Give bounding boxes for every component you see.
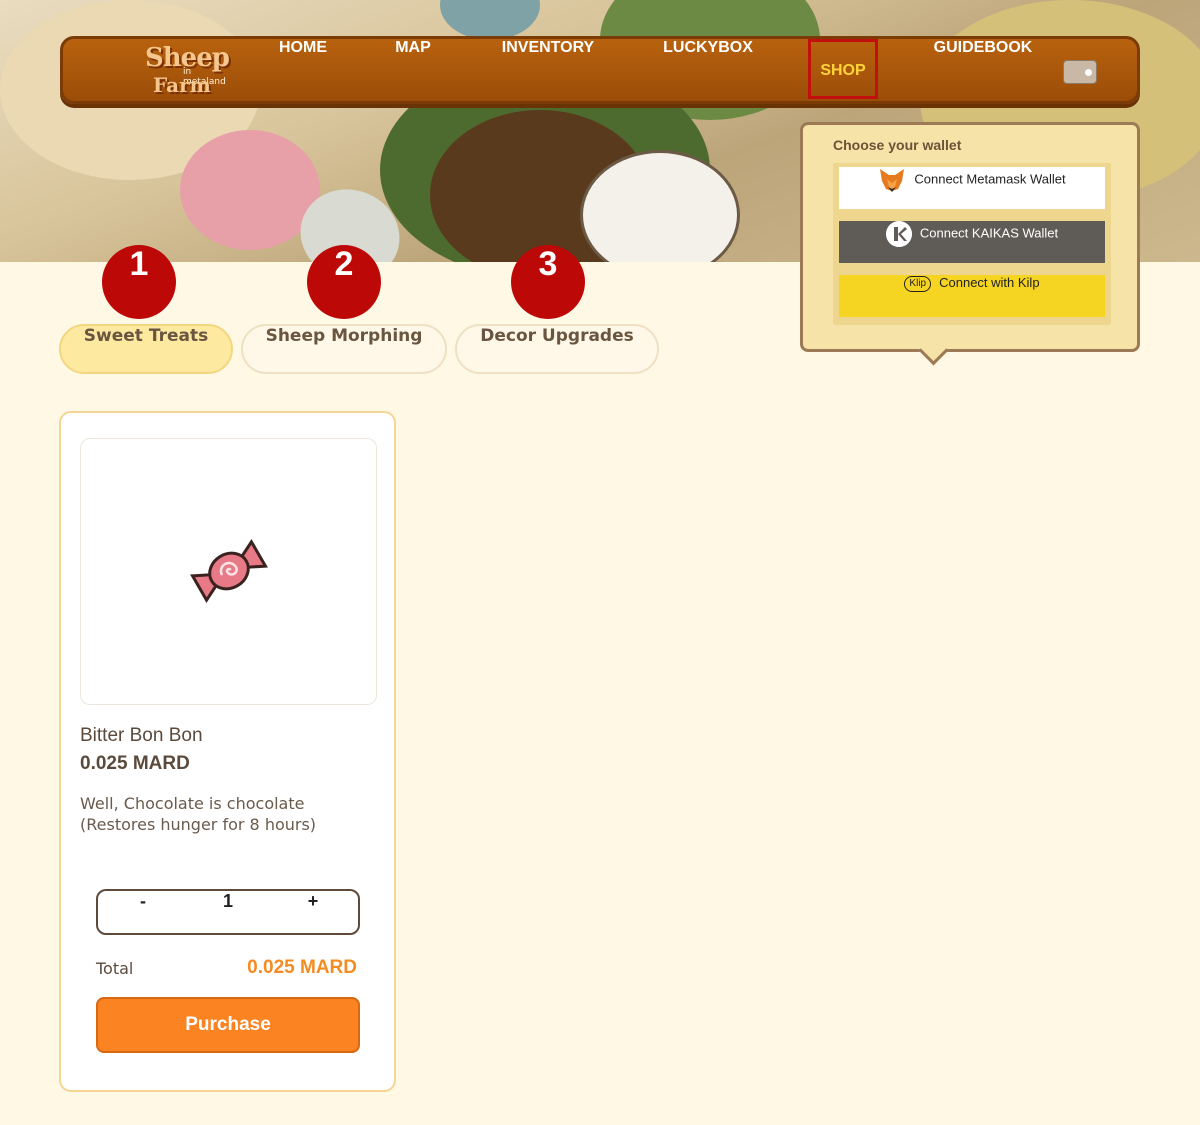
nav-guidebook[interactable]: GUIDEBOOK [923, 39, 1043, 103]
quantity-plus-button[interactable]: + [298, 891, 328, 933]
tab-sheep-morphing[interactable]: Sheep Morphing [241, 324, 447, 374]
total-value: 0.025 MARD [247, 957, 357, 978]
connect-kaikas-button[interactable]: Connect KAIKAS Wallet [839, 221, 1105, 263]
quantity-stepper: - 1 + [96, 889, 360, 935]
kilp-icon: Klip [904, 275, 932, 292]
connect-kaikas-label: Connect KAIKAS Wallet [919, 225, 1059, 241]
banner-art [440, 0, 540, 40]
wallet-popup-title: Choose your wallet [833, 137, 962, 153]
quantity-value[interactable]: 1 [208, 891, 248, 933]
connect-kilp-label: Connect with Kilp [939, 275, 1040, 290]
step-marker-1: 1 [102, 245, 176, 319]
wallet-options: Connect Metamask Wallet Connect KAIKAS W… [833, 163, 1111, 325]
step-marker-2: 2 [307, 245, 381, 319]
candy-icon [190, 539, 268, 603]
connect-metamask-button[interactable]: Connect Metamask Wallet [839, 167, 1105, 209]
product-description: Well, Chocolate is chocolate (Restores h… [80, 793, 380, 835]
nav-map[interactable]: MAP [378, 39, 448, 103]
navbar: Sheep in metaland Farm HOME MAP INVENTOR… [60, 36, 1140, 104]
nav-luckybox[interactable]: LUCKYBOX [648, 39, 768, 103]
purchase-button[interactable]: Purchase [96, 997, 360, 1053]
nav-home[interactable]: HOME [263, 39, 343, 103]
tab-sweet-treats[interactable]: Sweet Treats [59, 324, 233, 374]
tab-decor-upgrades[interactable]: Decor Upgrades [455, 324, 659, 374]
connect-kilp-button[interactable]: Klip Connect with Kilp [839, 275, 1105, 317]
metamask-fox-icon [880, 169, 905, 192]
product-name: Bitter Bon Bon [80, 725, 203, 746]
step-marker-3: 3 [511, 245, 585, 319]
product-description-line: (Restores hunger for 8 hours) [80, 815, 317, 834]
wallet-popup: Choose your wallet Connect Metamask Wall… [800, 122, 1140, 352]
logo-text-farm: Farm [153, 73, 211, 97]
banner-flowers-art [180, 130, 320, 250]
product-description-line: Well, Chocolate is chocolate [80, 794, 305, 813]
product-price: 0.025 MARD [80, 753, 190, 774]
logo[interactable]: Sheep in metaland Farm [133, 39, 230, 103]
kaikas-icon [885, 221, 912, 247]
wallet-icon[interactable] [1063, 60, 1097, 84]
product-image [80, 438, 377, 705]
product-card: Bitter Bon Bon 0.025 MARD Well, Chocolat… [59, 411, 396, 1092]
quantity-minus-button[interactable]: - [128, 891, 158, 933]
total-label: Total [96, 959, 134, 978]
connect-metamask-label: Connect Metamask Wallet [914, 171, 1066, 187]
nav-inventory[interactable]: INVENTORY [488, 39, 608, 103]
nav-shop[interactable]: SHOP [808, 39, 878, 99]
